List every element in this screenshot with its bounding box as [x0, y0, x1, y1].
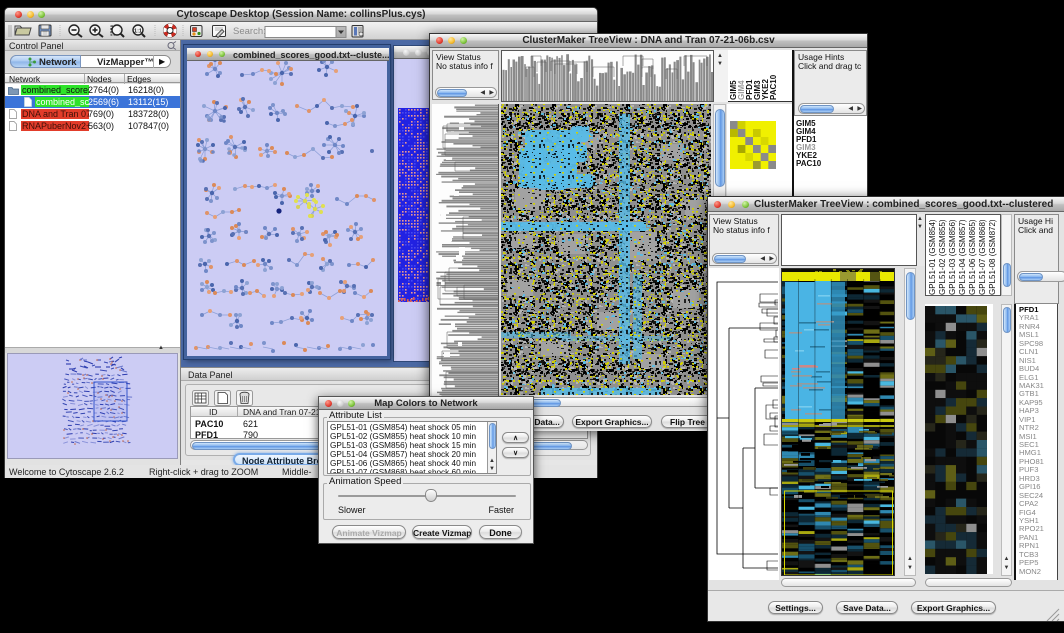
svg-text:GPL51-06 (GSM865): GPL51-06 (GSM865) [968, 219, 977, 295]
svg-text:GPL51-01 (GSM854): GPL51-01 (GSM854) [928, 219, 937, 295]
svg-text:GPL51-07 (GSM868): GPL51-07 (GSM868) [978, 219, 987, 295]
svg-text:GPL51-03 (GSM856): GPL51-03 (GSM856) [948, 219, 957, 295]
svg-text:1:1: 1:1 [134, 29, 142, 35]
svg-text:Search:: Search: [233, 26, 266, 37]
svg-text:GPL51-08 (GSM872): GPL51-08 (GSM872) [988, 219, 997, 295]
svg-text:PAC10: PAC10 [769, 74, 778, 100]
svg-text:GPL51-02 (GSM855): GPL51-02 (GSM855) [938, 219, 947, 295]
svg-text:GPL51-04 (GSM857): GPL51-04 (GSM857) [958, 219, 967, 295]
